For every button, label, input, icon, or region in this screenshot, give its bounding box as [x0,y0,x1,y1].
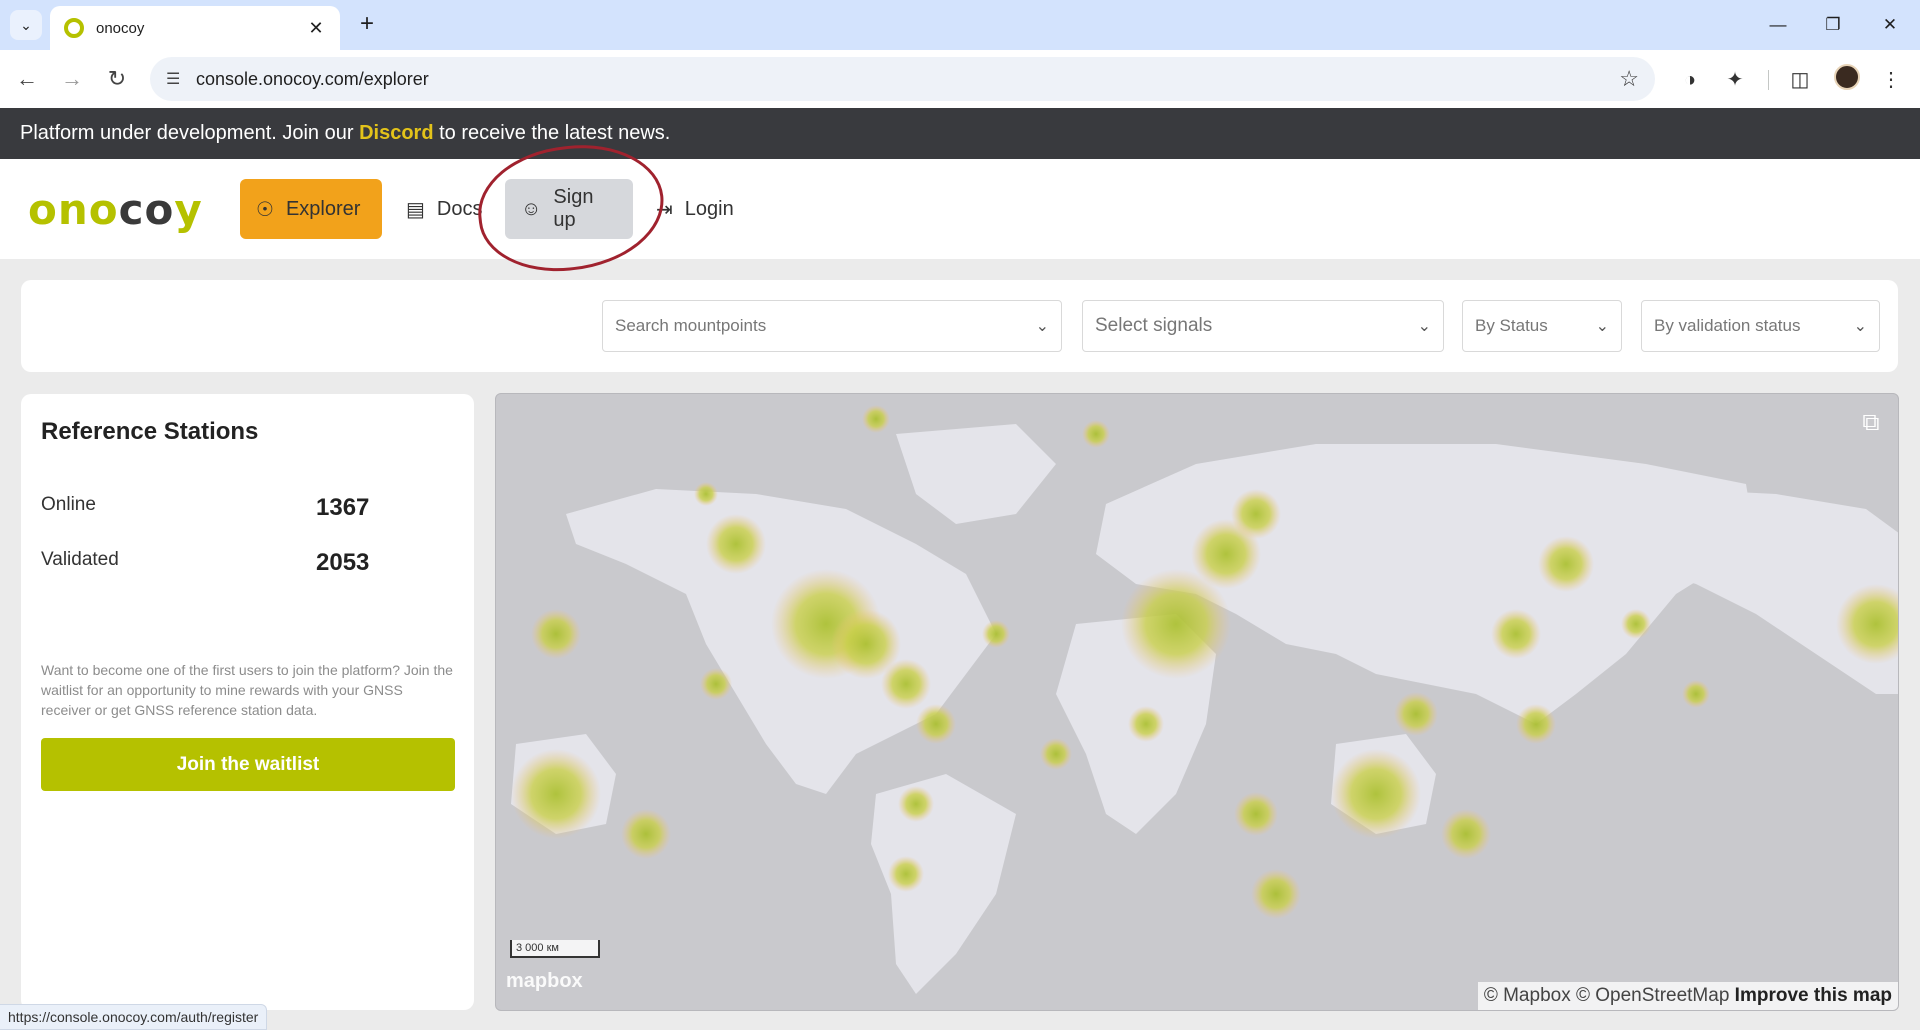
reload-icon[interactable]: ↻ [100,63,134,97]
fullscreen-exit-icon[interactable]: ⧉ [1854,406,1888,440]
arrow-left-icon[interactable]: ← [10,63,44,97]
discord-link[interactable]: Discord [359,122,433,144]
mapbox-logo[interactable]: mapbox [506,970,583,993]
heat-cluster [862,405,890,433]
browser-tab[interactable]: onocoy ✕ [50,6,340,50]
select-signals-select[interactable]: Select signals ⌄ [1082,300,1444,352]
heat-cluster [1538,536,1594,592]
attribution-text[interactable]: © Mapbox © OpenStreetMap [1484,985,1730,1006]
close-icon[interactable]: ✕ [306,18,326,39]
heat-cluster [531,609,581,659]
more-vertical-icon[interactable]: ⋮ [1874,63,1908,97]
status-select[interactable]: By Status ⌄ [1462,300,1622,352]
heat-cluster [1231,489,1281,539]
minimize-icon[interactable]: — [1758,10,1798,40]
star-icon[interactable]: ☆ [1619,66,1639,92]
logo-part-2: co [118,185,175,234]
heat-cluster [700,668,732,700]
status-placeholder: By Status [1475,316,1548,335]
chevron-down-icon: ⌄ [1035,318,1049,335]
validated-label: Validated [41,549,119,570]
logo-part-1: ono [28,185,119,234]
nav-login-label: Login [684,197,734,220]
waitlist-description: Want to become one of the first users to… [41,662,453,718]
onocoy-favicon-icon [64,18,84,38]
heat-cluster [1234,792,1278,836]
heat-cluster [1516,704,1556,744]
heat-cluster [1682,680,1710,708]
shield-icon[interactable]: ◑ [1673,63,1707,97]
document-icon: ▤ [406,198,425,221]
heat-cluster [1491,609,1541,659]
restore-icon[interactable]: ❐ [1813,10,1853,40]
map-scale-bar: 3 000 км [510,940,600,958]
logo-part-3: y [174,185,203,234]
panel-title: Reference Stations [41,418,259,445]
greenland-land [896,424,1056,524]
onocoy-logo[interactable]: onocoy [28,185,203,234]
url-text[interactable]: console.onocoy.com/explorer [196,69,1619,90]
chevron-down-icon[interactable]: ⌄ [10,10,42,40]
heat-cluster [1441,809,1491,859]
validated-count: 2053 [316,549,370,576]
close-window-icon[interactable]: ✕ [1870,10,1910,40]
address-bar[interactable]: ☰ console.onocoy.com/explorer ☆ [150,57,1655,101]
arrow-right-icon[interactable]: → [55,63,89,97]
new-tab-button[interactable]: + [352,10,382,40]
heat-cluster [621,809,671,859]
heat-cluster [706,514,766,574]
land-masses [511,424,1898,994]
chevron-down-icon: ⌄ [1417,318,1431,335]
heat-cluster [1331,749,1421,839]
dev-banner: Platform under development. Join our Dis… [0,108,1920,159]
heat-cluster [898,786,934,822]
heat-cluster [888,856,924,892]
heat-cluster [1394,692,1438,736]
nav-explorer-button[interactable]: ☉ Explorer [240,179,382,239]
online-count: 1367 [316,494,370,521]
nav-explorer-label: Explorer [285,197,361,220]
heat-cluster [1251,869,1301,919]
nav-docs-label: Docs [436,197,483,220]
banner-suffix: to receive the latest news. [433,122,671,144]
online-label: Online [41,494,96,515]
sidepanel-icon[interactable]: ◫ [1783,63,1817,97]
tab-title: onocoy [96,19,145,37]
heat-cluster [1128,706,1164,742]
profile-avatar[interactable] [1834,64,1860,90]
filter-bar: Search mountpoints ⌄ Select signals ⌄ By… [21,280,1898,372]
banner-prefix: Platform under development. Join our [20,122,360,144]
heat-cluster [1082,420,1110,448]
heat-cluster [916,704,956,744]
world-map[interactable]: ⧉ 3 000 км mapbox © Mapbox © OpenStreetM… [495,393,1899,1011]
join-waitlist-button[interactable]: Join the waitlist [41,738,455,791]
improve-map-link[interactable]: Improve this map [1735,985,1892,1006]
browser-toolbar: ← → ↻ ☰ console.onocoy.com/explorer ☆ ◑ … [0,50,1920,108]
browser-status-url: https://console.onocoy.com/auth/register [0,1004,268,1030]
toolbar-divider [1768,70,1769,90]
search-mountpoints-select[interactable]: Search mountpoints ⌄ [602,300,1062,352]
heat-cluster [982,620,1010,648]
map-attribution: © Mapbox © OpenStreetMap Improve this ma… [1477,982,1898,1010]
reference-stations-panel: Reference Stations Online 1367 Validated… [21,394,474,1010]
heat-cluster [1621,609,1651,639]
select-signals-placeholder: Select signals [1095,315,1213,336]
validation-status-placeholder: By validation status [1654,316,1801,335]
chevron-down-icon: ⌄ [1595,318,1609,335]
heat-cluster [694,482,718,506]
tune-icon[interactable]: ☰ [166,69,196,89]
browser-tabstrip: ⌄ onocoy ✕ + — ❐ ✕ [0,0,1920,50]
puzzle-icon[interactable]: ✦ [1718,63,1752,97]
heat-cluster [1040,738,1072,770]
app-header: onocoy ☉ Explorer ▤ Docs ☺ Sign up ⇥ Log… [0,159,1920,259]
chevron-down-icon: ⌄ [1853,318,1867,335]
map-canvas[interactable] [496,394,1899,1011]
validation-status-select[interactable]: By validation status ⌄ [1641,300,1880,352]
heat-cluster [511,749,601,839]
search-mountpoints-placeholder: Search mountpoints [615,316,767,335]
heat-cluster [881,659,931,709]
globe-icon: ☉ [256,198,274,221]
